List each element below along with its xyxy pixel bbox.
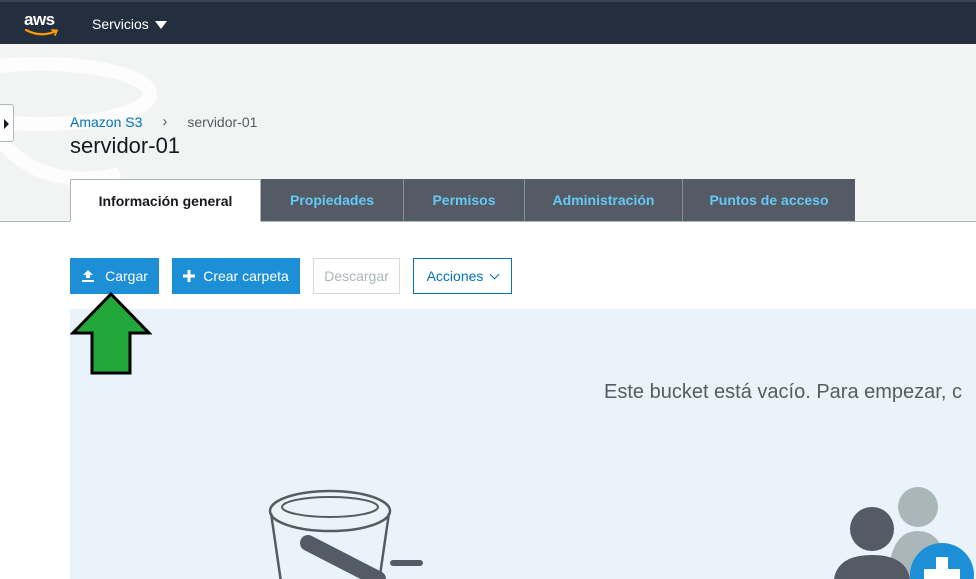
upload-button[interactable]: Cargar — [70, 258, 159, 294]
upload-label: Cargar — [105, 268, 148, 284]
breadcrumb-separator-icon: › — [162, 113, 168, 130]
breadcrumb-current: servidor-01 — [187, 113, 258, 130]
users-illustration-icon — [834, 487, 974, 579]
page-title: servidor-01 — [70, 133, 181, 158]
tab-administracion[interactable]: Administración — [525, 179, 683, 221]
create-folder-button[interactable]: Crear carpeta — [172, 258, 300, 294]
download-label: Descargar — [324, 268, 389, 284]
aws-logo[interactable]: aws — [24, 8, 60, 38]
top-navigation-bar: aws Servicios — [0, 0, 976, 44]
actions-dropdown[interactable]: Acciones — [413, 258, 512, 294]
empty-bucket-message: Este bucket está vacío. Para empezar, c — [604, 381, 962, 403]
bucket-illustration-icon — [268, 489, 423, 579]
services-label: Servicios — [92, 16, 149, 32]
caret-down-icon — [154, 20, 167, 29]
tab-informacion-general[interactable]: Información general — [70, 179, 261, 222]
caret-right-icon — [4, 119, 9, 129]
tab-propiedades[interactable]: Propiedades — [261, 179, 404, 221]
empty-bucket-panel: Este bucket está vacío. Para empezar, c — [70, 309, 976, 579]
aws-smile-icon — [25, 28, 59, 36]
bucket-tabs: Información general Propiedades Permisos… — [70, 179, 855, 222]
upload-icon — [82, 270, 95, 282]
plus-icon — [183, 270, 196, 282]
download-button[interactable]: Descargar — [313, 258, 400, 294]
breadcrumb: Amazon S3 › servidor-01 — [70, 113, 257, 130]
breadcrumb-amazon-s3-link[interactable]: Amazon S3 — [70, 114, 142, 130]
chevron-down-icon — [489, 269, 500, 279]
create-folder-label: Crear carpeta — [203, 268, 289, 284]
tab-puntos-de-acceso[interactable]: Puntos de acceso — [683, 179, 855, 221]
services-menu[interactable]: Servicios — [92, 16, 167, 32]
actions-label: Acciones — [426, 268, 484, 284]
green-up-arrow-icon — [70, 291, 152, 375]
aws-logo-text: aws — [24, 10, 55, 29]
sidebar-toggle-button[interactable] — [0, 104, 14, 142]
tab-permisos[interactable]: Permisos — [404, 179, 525, 221]
